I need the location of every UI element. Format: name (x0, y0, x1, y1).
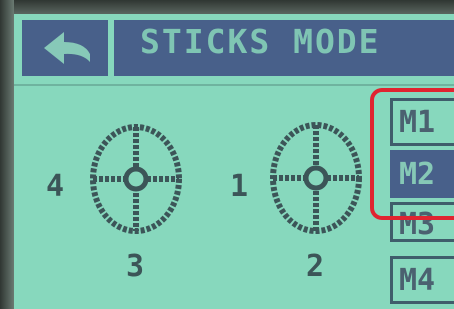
back-arrow-icon (44, 32, 90, 64)
back-button[interactable] (22, 20, 108, 76)
page-title: STICKS MODE (140, 22, 381, 61)
mode-item-m4[interactable]: M4 (390, 256, 454, 304)
stick-right-side-label: 1 (230, 169, 249, 204)
stick-left-bottom-label: 3 (126, 249, 145, 284)
stick-left-side-label: 4 (46, 169, 65, 204)
stick-right-bottom-label: 2 (306, 249, 325, 284)
mode-item-m1[interactable]: M1 (390, 98, 454, 146)
right-stick-icon (270, 122, 362, 234)
mode-item-m3[interactable]: M3 (390, 202, 454, 242)
header-divider (14, 84, 454, 86)
mode-selector: M1 M2 M3 M4 (382, 88, 454, 309)
mode-item-m2[interactable]: M2 (390, 150, 454, 198)
left-stick-icon (90, 124, 182, 234)
bezel-top (0, 0, 454, 14)
lcd-screen: STICKS MODE 4 3 1 2 M1 M2 M3 M4 (0, 0, 454, 309)
bezel-left (0, 0, 14, 309)
